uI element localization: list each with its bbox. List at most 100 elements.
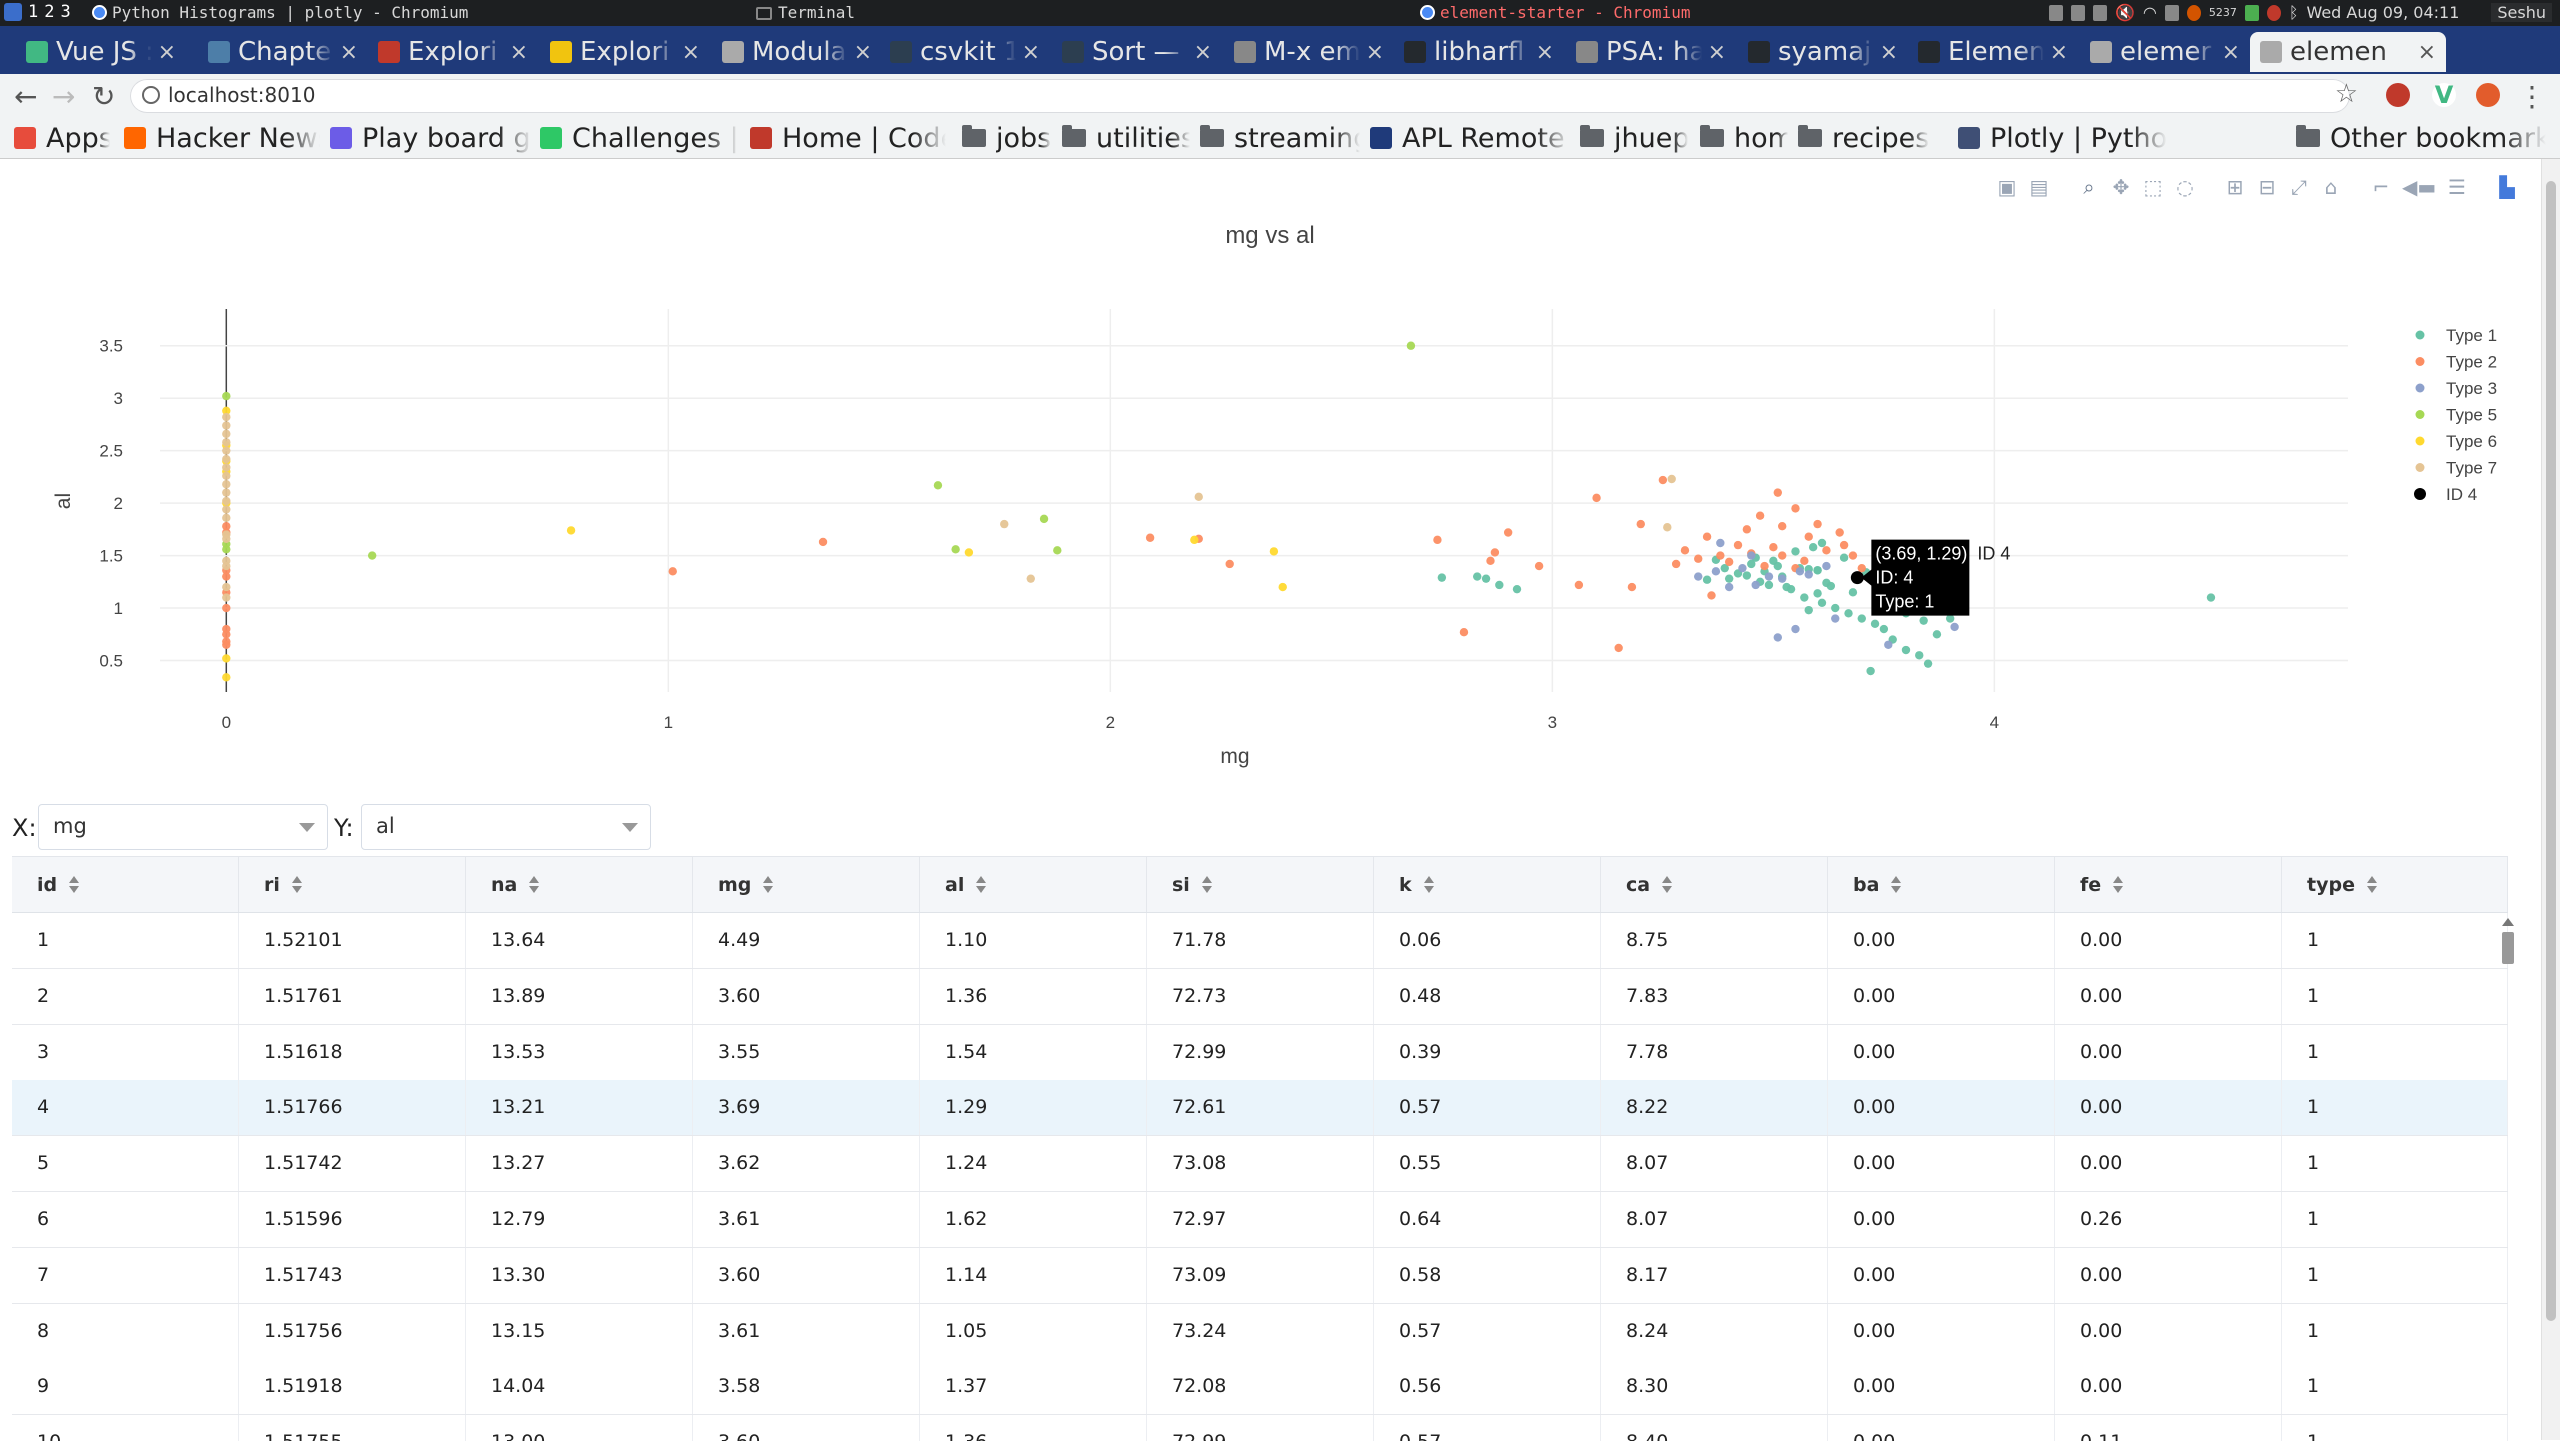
bookmark-folder[interactable]: utilities	[1062, 122, 1190, 154]
data-point[interactable]	[1791, 504, 1800, 513]
close-tab-icon[interactable]: ×	[1022, 40, 1040, 65]
data-point[interactable]	[1755, 511, 1765, 520]
back-icon[interactable]: ←	[14, 80, 37, 113]
browser-tab[interactable]: csvkit 1 ×	[880, 32, 1050, 72]
workspace-1[interactable]: 1	[28, 2, 38, 22]
data-point[interactable]	[1574, 580, 1584, 590]
data-point[interactable]	[1813, 566, 1822, 575]
data-point[interactable]	[1844, 609, 1853, 618]
data-point[interactable]	[1495, 580, 1504, 590]
bookmark-folder[interactable]: jobs	[962, 122, 1051, 154]
sort-icon[interactable]	[291, 875, 302, 894]
data-point[interactable]	[1751, 580, 1760, 590]
data-point[interactable]	[1800, 556, 1809, 566]
bookmark-game[interactable]: Play board ga	[330, 122, 532, 154]
data-point[interactable]	[1769, 542, 1778, 552]
data-point[interactable]	[222, 640, 231, 649]
sort-icon[interactable]	[763, 875, 774, 894]
data-point[interactable]	[1822, 561, 1831, 571]
data-point[interactable]	[222, 454, 231, 464]
data-point[interactable]	[1490, 548, 1500, 557]
data-point[interactable]	[1733, 540, 1743, 550]
data-point[interactable]	[933, 481, 943, 490]
data-point[interactable]	[1694, 572, 1703, 581]
wifi-icon[interactable]: ◠	[2143, 3, 2157, 22]
data-point[interactable]	[1190, 535, 1199, 545]
data-point[interactable]	[1773, 633, 1782, 642]
data-point[interactable]	[1857, 563, 1866, 573]
data-point[interactable]	[222, 582, 231, 592]
table-row[interactable]: 3 1.51618 13.53 3.55 1.54 72.99 0.39 7.78 0.00 0.…	[12, 1024, 2508, 1081]
close-tab-icon[interactable]: ×	[158, 40, 176, 65]
data-point[interactable]	[1680, 546, 1690, 555]
legend-item[interactable]: Type 1	[2446, 326, 2497, 345]
data-point[interactable]	[1773, 561, 1782, 571]
column-header-type[interactable]: type	[2282, 857, 2508, 912]
data-point[interactable]	[1702, 575, 1712, 584]
data-point[interactable]	[2206, 593, 2216, 602]
table-row[interactable]: 1 1.52101 13.64 4.49 1.10 71.78 0.06 8.75 0.00 0.…	[12, 913, 2508, 969]
data-point[interactable]	[1694, 554, 1703, 563]
column-header-al[interactable]: al	[920, 857, 1147, 912]
sort-icon[interactable]	[1662, 875, 1673, 894]
data-point[interactable]	[1747, 551, 1756, 560]
close-tab-icon[interactable]: ×	[2418, 40, 2436, 65]
forward-icon[interactable]: →	[52, 80, 75, 113]
data-point[interactable]	[1711, 567, 1721, 576]
data-point[interactable]	[1503, 528, 1513, 537]
data-point[interactable]	[1835, 528, 1844, 537]
close-tab-icon[interactable]: ×	[1366, 40, 1384, 65]
data-point[interactable]	[1614, 643, 1623, 653]
close-tab-icon[interactable]: ×	[2050, 40, 2068, 65]
data-point[interactable]	[1053, 546, 1062, 555]
close-tab-icon[interactable]: ×	[854, 40, 872, 65]
data-point[interactable]	[1459, 627, 1469, 637]
column-header-na[interactable]: na	[466, 857, 693, 912]
close-tab-icon[interactable]: ×	[1708, 40, 1726, 65]
battery-icon[interactable]	[2164, 4, 2179, 21]
browser-tab[interactable]: Sort — ×	[1052, 32, 1222, 72]
data-point[interactable]	[566, 526, 576, 535]
data-point[interactable]	[1800, 593, 1809, 602]
data-point[interactable]	[222, 488, 231, 497]
data-point[interactable]	[1817, 598, 1827, 608]
data-point[interactable]	[222, 446, 231, 455]
data-point[interactable]	[1866, 666, 1875, 676]
data-point[interactable]	[1950, 622, 1959, 632]
sort-icon[interactable]	[1423, 875, 1434, 894]
data-point[interactable]	[222, 673, 231, 682]
close-tab-icon[interactable]: ×	[1536, 40, 1554, 65]
data-point[interactable]	[222, 496, 231, 506]
data-point[interactable]	[1879, 624, 1889, 634]
bookmark-hn[interactable]: Hacker News	[124, 122, 320, 154]
data-point[interactable]	[1848, 588, 1858, 597]
data-point[interactable]	[222, 429, 231, 439]
legend-item[interactable]: Type 6	[2446, 432, 2497, 451]
sort-icon[interactable]	[69, 875, 80, 894]
browser-tab[interactable]: PSA: ha ×	[1566, 32, 1736, 72]
sort-icon[interactable]	[2366, 875, 2377, 894]
column-header-ba[interactable]: ba	[1828, 857, 2055, 912]
data-point[interactable]	[1592, 493, 1601, 503]
close-tab-icon[interactable]: ×	[1194, 40, 1212, 65]
address-bar[interactable]: localhost:8010 ☆	[130, 79, 2358, 113]
data-point[interactable]	[1857, 614, 1866, 623]
data-point[interactable]	[1760, 561, 1769, 571]
data-point[interactable]	[1534, 561, 1544, 571]
legend-item[interactable]: Type 5	[2446, 406, 2497, 425]
bookmark-folder[interactable]: Other bookmarks	[2296, 122, 2546, 154]
table-row[interactable]: 2 1.51761 13.89 3.60 1.36 72.73 0.48 7.83 0.00 0.…	[12, 968, 2508, 1025]
data-point[interactable]	[1663, 523, 1672, 532]
legend-item[interactable]: Type 2	[2446, 353, 2497, 372]
data-point[interactable]	[222, 593, 231, 602]
volume-icon[interactable]: 🔇	[2115, 3, 2135, 22]
data-point[interactable]	[1839, 553, 1849, 562]
data-point[interactable]	[222, 480, 231, 489]
data-point[interactable]	[1813, 589, 1822, 598]
data-point[interactable]	[1225, 559, 1234, 569]
extension-icon[interactable]	[2476, 83, 2500, 107]
data-point[interactable]	[1831, 603, 1840, 613]
data-point[interactable]	[222, 471, 231, 481]
data-point[interactable]	[1724, 557, 1734, 567]
chart-points[interactable]	[222, 341, 2216, 682]
